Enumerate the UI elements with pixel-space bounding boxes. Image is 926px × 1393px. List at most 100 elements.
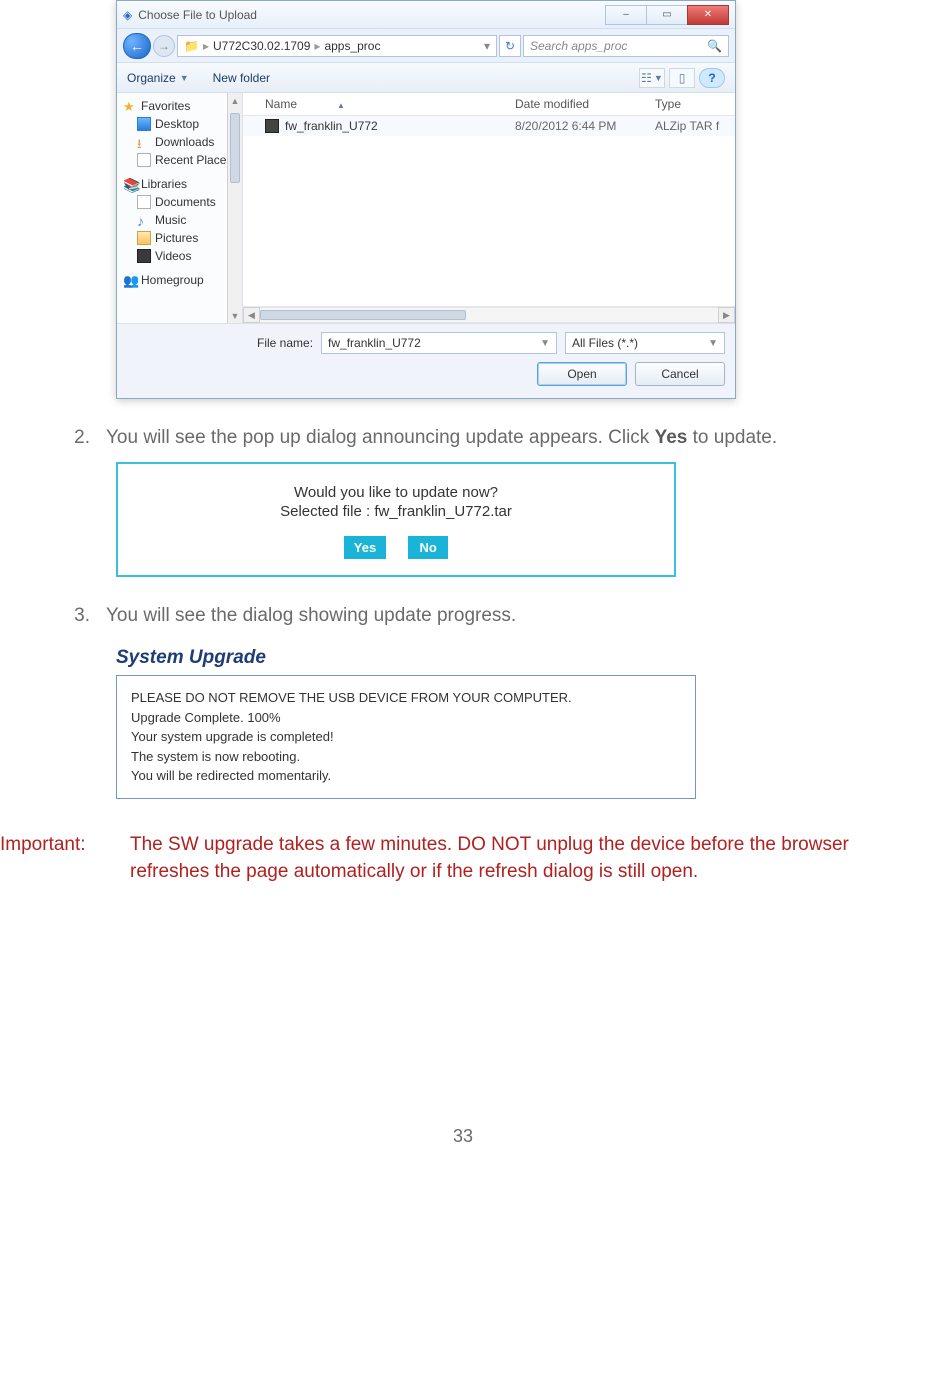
search-icon: 🔍 <box>707 39 722 53</box>
nav-group-favorites[interactable]: ★ Favorites <box>119 97 240 115</box>
file-list: Name▲ Date modified Type fw_franklin_U77… <box>243 93 735 323</box>
file-type: ALZip TAR f <box>655 119 735 133</box>
list-header: Name▲ Date modified Type <box>243 93 735 116</box>
important-note: Important: The SW upgrade takes a few mi… <box>0 831 926 886</box>
window-title: Choose File to Upload <box>138 8 606 22</box>
step-3: 3. You will see the dialog showing updat… <box>70 603 926 630</box>
file-date: 8/20/2012 6:44 PM <box>515 119 655 133</box>
nav-group-libraries[interactable]: 📚 Libraries <box>119 175 240 193</box>
sort-asc-icon: ▲ <box>337 101 345 110</box>
minimize-button[interactable]: – <box>605 5 647 25</box>
important-message: The SW upgrade takes a few minutes. DO N… <box>130 831 926 886</box>
upgrade-line: Your system upgrade is completed! <box>131 727 681 747</box>
titlebar: ◈ Choose File to Upload – ▭ ✕ <box>117 1 735 29</box>
file-open-dialog: ◈ Choose File to Upload – ▭ ✕ ← → 📁 ▸ U7… <box>116 0 736 399</box>
scroll-down-icon[interactable]: ▼ <box>228 308 242 323</box>
file-row[interactable]: fw_franklin_U772 8/20/2012 6:44 PM ALZip… <box>243 116 735 136</box>
scroll-track[interactable] <box>260 307 718 323</box>
filename-input[interactable]: fw_franklin_U772 ▼ <box>321 332 557 354</box>
chevron-right-icon: ▸ <box>203 39 209 53</box>
update-confirm-dialog: Would you like to update now? Selected f… <box>116 462 676 577</box>
desktop-icon <box>137 117 151 131</box>
nav-item-desktop[interactable]: Desktop <box>119 115 240 133</box>
folder-icon: 📁 <box>184 39 199 53</box>
scroll-right-icon[interactable]: ▶ <box>718 307 735 323</box>
upgrade-line: You will be redirected momentarily. <box>131 766 681 786</box>
preview-pane-button[interactable]: ▯ <box>669 68 695 88</box>
upgrade-title: System Upgrade <box>116 647 926 669</box>
downloads-icon: ⭳ <box>137 135 151 149</box>
breadcrumb-part[interactable]: U772C30.02.1709 <box>213 39 310 53</box>
libraries-icon: 📚 <box>123 177 137 191</box>
breadcrumb[interactable]: 📁 ▸ U772C30.02.1709 ▸ apps_proc ▾ <box>177 35 497 57</box>
help-button[interactable]: ? <box>699 68 725 88</box>
important-label: Important: <box>0 831 130 886</box>
nav-item-downloads[interactable]: ⭳Downloads <box>119 133 240 151</box>
chevron-down-icon[interactable]: ▼ <box>708 338 718 349</box>
scroll-up-icon[interactable]: ▲ <box>228 93 242 108</box>
upgrade-line: The system is now rebooting. <box>131 747 681 767</box>
navigation-pane: ★ Favorites Desktop ⭳Downloads Recent Pl… <box>117 93 243 323</box>
nav-item-music[interactable]: ♪Music <box>119 211 240 229</box>
chevron-down-icon: ▼ <box>180 73 189 83</box>
step-2: 2. You will see the pop up dialog announ… <box>70 425 926 452</box>
chevron-down-icon[interactable]: ▾ <box>484 39 490 53</box>
nav-item-recent-places[interactable]: Recent Places <box>119 151 240 169</box>
filename-value: fw_franklin_U772 <box>328 336 421 350</box>
step-text: You will see the pop up dialog announcin… <box>106 425 926 452</box>
confirm-line-1: Would you like to update now? <box>128 484 664 501</box>
star-icon: ★ <box>123 99 137 113</box>
nav-scrollbar[interactable]: ▲ ▼ <box>227 93 242 323</box>
no-button[interactable]: No <box>408 536 448 559</box>
nav-item-documents[interactable]: Documents <box>119 193 240 211</box>
scroll-left-icon[interactable]: ◀ <box>243 307 260 323</box>
videos-icon <box>137 249 151 263</box>
open-button[interactable]: Open <box>537 362 627 386</box>
nav-back-button[interactable]: ← <box>123 33 151 59</box>
nav-item-videos[interactable]: Videos <box>119 247 240 265</box>
step-text: You will see the dialog showing update p… <box>106 603 926 630</box>
nav-forward-button[interactable]: → <box>153 35 175 57</box>
organize-button[interactable]: Organize ▼ <box>127 71 189 85</box>
upgrade-line: PLEASE DO NOT REMOVE THE USB DEVICE FROM… <box>131 688 681 708</box>
confirm-line-2: Selected file : fw_franklin_U772.tar <box>128 503 664 520</box>
scroll-thumb[interactable] <box>260 310 466 320</box>
recent-icon <box>137 153 151 167</box>
scroll-thumb[interactable] <box>230 113 240 183</box>
yes-button[interactable]: Yes <box>344 536 386 559</box>
file-type-filter[interactable]: All Files (*.*) ▼ <box>565 332 725 354</box>
horizontal-scrollbar[interactable]: ◀ ▶ <box>243 306 735 323</box>
music-icon: ♪ <box>137 213 151 227</box>
dialog-footer: File name: fw_franklin_U772 ▼ All Files … <box>117 323 735 398</box>
column-date[interactable]: Date modified <box>515 97 655 111</box>
search-input[interactable]: Search apps_proc 🔍 <box>523 35 729 57</box>
view-options-button[interactable]: ☷▼ <box>639 68 665 88</box>
file-icon <box>265 119 279 133</box>
toolbar: Organize ▼ New folder ☷▼ ▯ ? <box>117 63 735 93</box>
dialog-body: ★ Favorites Desktop ⭳Downloads Recent Pl… <box>117 93 735 323</box>
page-number: 33 <box>0 1126 926 1147</box>
ie-icon: ◈ <box>123 8 132 22</box>
maximize-button[interactable]: ▭ <box>646 5 688 25</box>
close-button[interactable]: ✕ <box>687 5 729 25</box>
new-folder-button[interactable]: New folder <box>213 71 270 85</box>
upgrade-progress-box: PLEASE DO NOT REMOVE THE USB DEVICE FROM… <box>116 675 696 799</box>
upgrade-line: Upgrade Complete. 100% <box>131 708 681 728</box>
navigation-bar: ← → 📁 ▸ U772C30.02.1709 ▸ apps_proc ▾ ↻ … <box>117 29 735 63</box>
nav-group-homegroup[interactable]: 👥 Homegroup <box>119 271 240 289</box>
refresh-button[interactable]: ↻ <box>499 35 521 57</box>
step-number: 3. <box>70 603 90 630</box>
homegroup-icon: 👥 <box>123 273 137 287</box>
nav-item-pictures[interactable]: Pictures <box>119 229 240 247</box>
column-name[interactable]: Name▲ <box>243 97 515 111</box>
search-placeholder: Search apps_proc <box>530 39 627 53</box>
filename-label: File name: <box>257 336 313 350</box>
chevron-right-icon: ▸ <box>314 39 320 53</box>
chevron-down-icon[interactable]: ▼ <box>540 338 550 349</box>
breadcrumb-part[interactable]: apps_proc <box>324 39 380 53</box>
documents-icon <box>137 195 151 209</box>
file-name: fw_franklin_U772 <box>285 119 378 133</box>
column-type[interactable]: Type <box>655 97 735 111</box>
cancel-button[interactable]: Cancel <box>635 362 725 386</box>
pictures-icon <box>137 231 151 245</box>
